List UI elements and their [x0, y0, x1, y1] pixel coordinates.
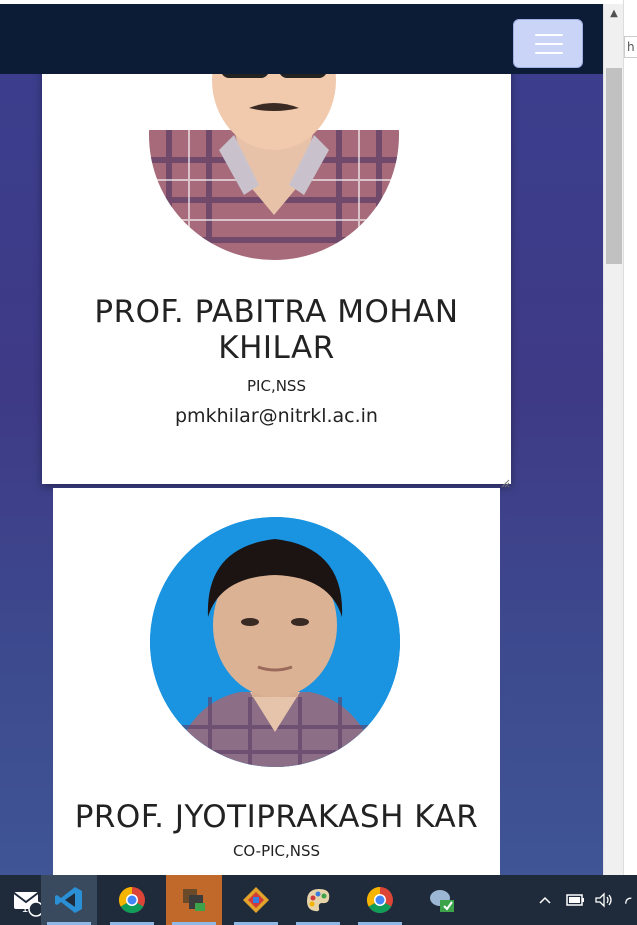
profile-name: PROF. JYOTIPRAKASH KAR [74, 799, 479, 835]
profile-photo [150, 517, 400, 767]
profile-card: PROF. PABITRA MOHAN KHILAR PIC,NSS pmkhi… [42, 10, 511, 488]
menu-toggle-button[interactable] [513, 19, 583, 68]
hamburger-line [535, 34, 563, 36]
profile-name: PROF. PABITRA MOHAN KHILAR [94, 294, 459, 366]
chrome-icon[interactable] [104, 875, 160, 925]
chrome-icon[interactable] [352, 875, 408, 925]
side-panel-input-fragment[interactable]: h I [624, 36, 637, 58]
profile-role: CO-PIC,NSS [232, 842, 321, 860]
site-navbar [0, 4, 603, 74]
tray-chevron-icon[interactable] [534, 875, 556, 925]
network-icon[interactable] [622, 875, 637, 925]
hamburger-line [535, 43, 563, 45]
browser-viewport: PROF. PABITRA MOHAN KHILAR PIC,NSS pmkhi… [0, 0, 603, 875]
profile-email[interactable]: pmkhilar@nitrkl.ac.in [42, 405, 511, 427]
app-icon[interactable] [228, 875, 284, 925]
mail-badge: 1 [21, 902, 29, 915]
hamburger-line [535, 52, 563, 54]
taskbar: 1 [0, 875, 637, 925]
side-panel: h I [623, 0, 637, 875]
vertical-scrollbar[interactable]: ▲ [603, 4, 623, 875]
scroll-up-arrow-icon[interactable]: ▲ [604, 4, 624, 24]
battery-icon[interactable] [562, 875, 588, 925]
volume-icon[interactable] [592, 875, 618, 925]
vscode-icon[interactable] [41, 875, 97, 925]
profile-role: PIC,NSS [247, 377, 306, 395]
top-strip [0, 0, 603, 4]
scroll-thumb[interactable] [606, 68, 622, 264]
resize-handle-icon[interactable] [500, 473, 510, 488]
paint-icon[interactable] [290, 875, 346, 925]
app-icon[interactable] [414, 875, 470, 925]
app-icon[interactable] [166, 875, 222, 925]
profile-card: PROF. JYOTIPRAKASH KAR CO-PIC,NSS [53, 488, 500, 875]
